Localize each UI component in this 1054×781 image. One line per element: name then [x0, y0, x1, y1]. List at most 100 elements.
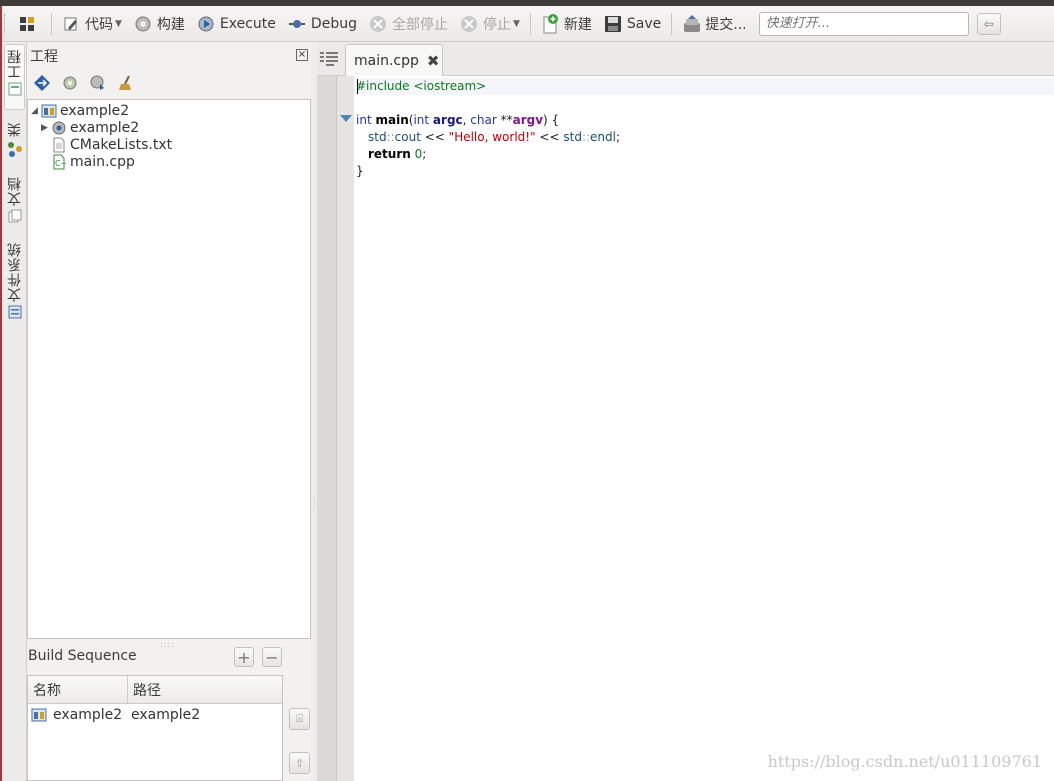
- code-menu-label: 代码: [85, 16, 113, 33]
- filesystem-icon: [8, 305, 21, 319]
- side-tab-classes[interactable]: 类: [4, 122, 25, 166]
- side-tab-classes-label: 类: [6, 122, 23, 137]
- debug-button[interactable]: Debug: [282, 10, 363, 38]
- stop-circle-icon: [460, 15, 478, 33]
- back-button[interactable]: ⇦: [976, 12, 1001, 35]
- code-line-4: std::cout << "Hello, world!" << std::end…: [368, 130, 621, 144]
- locate-file-button[interactable]: [32, 73, 52, 93]
- pencil-icon: [62, 15, 80, 33]
- commit-label: 提交...: [705, 16, 747, 33]
- plus-icon: +: [237, 647, 251, 667]
- locate-arrows-icon: [34, 75, 50, 91]
- broom-icon: [119, 75, 131, 90]
- editor-icon-border: [317, 76, 337, 781]
- code-line-6: }: [356, 164, 364, 178]
- toolbar-separator: [671, 12, 673, 35]
- gear-icon: [63, 76, 77, 90]
- table-cell-name-text: example2: [53, 707, 123, 723]
- stop-circle-icon: [369, 15, 387, 33]
- document-list-icon[interactable]: [319, 51, 339, 67]
- project-icon: [41, 103, 57, 119]
- code-menu-button[interactable]: 代码 ▼: [56, 10, 128, 38]
- install-selected-button[interactable]: [88, 73, 108, 93]
- save-label: Save: [626, 15, 662, 32]
- code-line-3: int main(int argc, char **argv) {: [356, 113, 560, 127]
- tree-item-label: example2: [70, 119, 140, 136]
- move-up-button[interactable]: ⇧: [289, 752, 310, 774]
- code-line-1: #include <iostream>: [356, 79, 487, 93]
- execute-button[interactable]: Execute: [191, 10, 282, 38]
- build-sequence-title: Build Sequence: [28, 648, 137, 664]
- stop-all-label: 全部停止: [391, 16, 448, 33]
- gear-install-icon: [90, 75, 104, 90]
- area-switcher-button[interactable]: [12, 10, 47, 38]
- column-header-path[interactable]: 路径: [128, 676, 161, 703]
- project-toolbar: [32, 73, 136, 93]
- side-tab-documents[interactable]: 文档: [4, 176, 25, 230]
- table-cell-path: example2: [131, 707, 201, 723]
- remove-build-item-button[interactable]: −: [262, 647, 282, 667]
- toolbar-grip[interactable]: [4, 13, 12, 34]
- debug-label: Debug: [310, 15, 357, 32]
- table-row[interactable]: example2 example2: [28, 704, 282, 726]
- side-tab-project[interactable]: 工程: [4, 44, 25, 110]
- main-toolbar: 代码 ▼ 构建 Execute Debug 全部停止 停止 ▼ 新建 Save …: [2, 6, 1054, 42]
- panel-splitter-handle[interactable]: ::::: [160, 640, 175, 649]
- new-file-button[interactable]: 新建: [535, 10, 598, 38]
- build-button[interactable]: 构建: [128, 10, 191, 38]
- new-file-icon: [541, 13, 559, 33]
- fold-marker-icon[interactable]: [340, 115, 352, 122]
- table-header: 名称 路径: [28, 676, 282, 704]
- tree-item-main-cpp[interactable]: C+ main.cpp: [51, 153, 135, 170]
- target-gear-icon: [51, 120, 67, 136]
- tree-item-label: main.cpp: [70, 153, 135, 170]
- add-build-item-button[interactable]: +: [234, 647, 254, 667]
- quick-open-input[interactable]: [758, 11, 969, 36]
- clean-selected-button[interactable]: [116, 73, 136, 93]
- table-cell-name: example2: [28, 707, 128, 723]
- stop-label: 停止: [482, 16, 511, 33]
- class-hierarchy-icon: [7, 142, 22, 157]
- new-file-label: 新建: [563, 16, 592, 33]
- save-button[interactable]: Save: [598, 10, 667, 38]
- commit-button[interactable]: 提交...: [676, 10, 752, 38]
- documents-icon: [8, 209, 21, 223]
- expanded-arrow-icon: ◢: [31, 105, 38, 116]
- tree-item-project[interactable]: ◢ example2: [31, 102, 129, 119]
- stop-all-button[interactable]: 全部停止: [363, 10, 454, 38]
- editor-tab-bar: main.cpp ✖: [317, 42, 1054, 77]
- code-editor[interactable]: #include <iostream> int main(int argc, c…: [354, 76, 1054, 781]
- column-header-name[interactable]: 名称: [28, 676, 128, 703]
- side-tab-filesystem-label: 文件系统: [6, 242, 23, 302]
- execute-gear-icon: [197, 15, 215, 33]
- build-selected-button[interactable]: [60, 73, 80, 93]
- editor-tab-label: main.cpp: [354, 53, 419, 69]
- watermark-text: https://blog.csdn.net/u011109761: [767, 752, 1042, 771]
- editor-folding-gutter: [337, 76, 354, 781]
- chevron-down-icon: ▼: [115, 18, 122, 29]
- tree-item-target[interactable]: ▶ example2: [41, 119, 139, 136]
- project-tree: ◢ example2 ▶ example2 CMakeLists.txt C+ …: [27, 99, 311, 639]
- code-line-5: return 0;: [368, 147, 427, 161]
- move-top-button[interactable]: ⍓: [289, 708, 310, 730]
- stop-menu-button[interactable]: 停止 ▼: [454, 10, 526, 38]
- tree-item-cmakelists[interactable]: CMakeLists.txt: [51, 136, 172, 153]
- editor-tab-main-cpp[interactable]: main.cpp ✖: [345, 44, 443, 77]
- tree-item-label: CMakeLists.txt: [70, 136, 173, 153]
- build-sequence-table: 名称 路径 example2 example2: [27, 675, 283, 781]
- debug-icon: [288, 15, 306, 33]
- grid-icon: [18, 15, 36, 33]
- build-label: 构建: [156, 16, 185, 33]
- close-tab-icon[interactable]: ✖: [427, 52, 440, 70]
- side-tab-filesystem[interactable]: 文件系统: [4, 242, 25, 326]
- gear-icon: [134, 15, 152, 33]
- toolbar-separator: [529, 12, 531, 35]
- project-panel-title: 工程: [30, 49, 58, 65]
- svg-text:C+: C+: [55, 159, 66, 168]
- panel-close-button[interactable]: ×: [296, 49, 308, 61]
- minus-icon: −: [265, 647, 279, 667]
- side-tab-documents-label: 文档: [6, 176, 23, 206]
- project-icon: [31, 708, 47, 722]
- project-tab-icon: [8, 82, 21, 96]
- collapsed-arrow-icon: ▶: [41, 122, 48, 133]
